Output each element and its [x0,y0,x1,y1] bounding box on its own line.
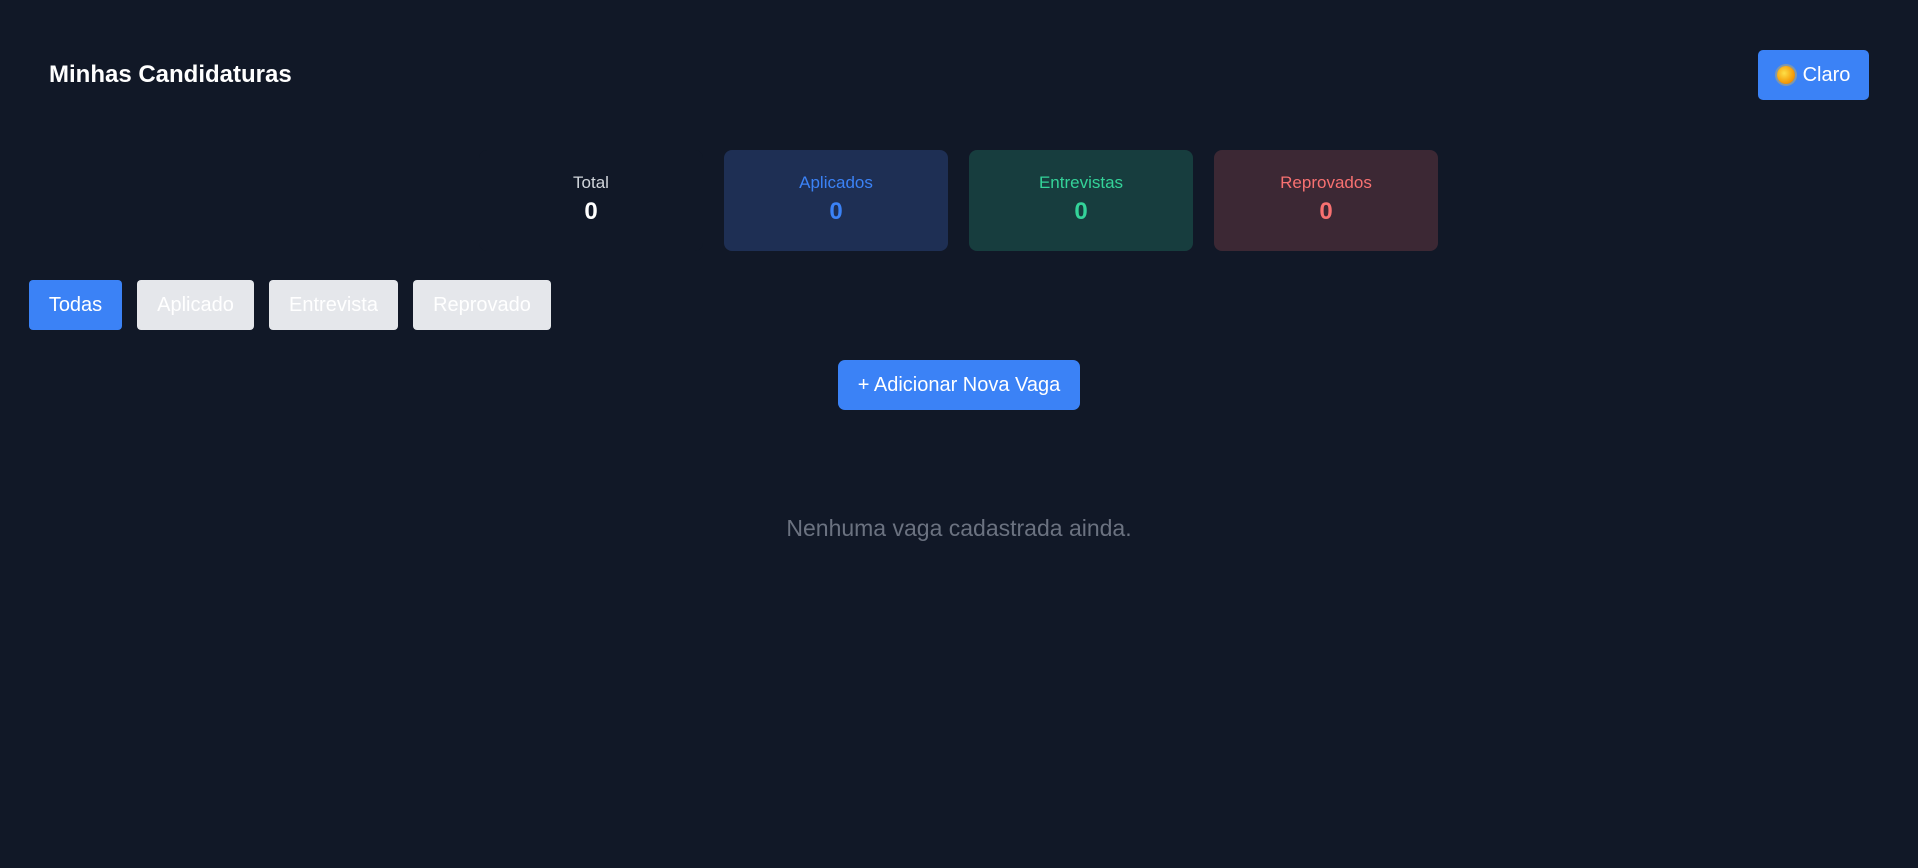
theme-toggle-button[interactable]: Claro [1758,50,1869,100]
filter-entrevista-button[interactable]: Entrevista [269,280,398,330]
stat-card-reprovados: Reprovados 0 [1214,150,1438,251]
sun-icon [1776,66,1795,84]
stat-label-aplicados: Aplicados [799,173,873,192]
stat-card-total: Total 0 [479,150,703,251]
stat-value-total: 0 [584,198,598,225]
stat-card-aplicados: Aplicados 0 [724,150,948,251]
page-title: Minhas Candidaturas [49,61,292,88]
filter-reprovado-button[interactable]: Reprovado [413,280,551,330]
add-job-button[interactable]: + Adicionar Nova Vaga [838,360,1080,410]
stats-summary: Total 0 Aplicados 0 Entrevistas 0 Reprov… [0,150,1918,251]
stat-label-entrevistas: Entrevistas [1038,173,1124,192]
filter-aplicado-button[interactable]: Aplicado [137,280,254,330]
stat-value-entrevistas: 0 [1074,198,1088,225]
theme-toggle-label: Claro [1802,63,1851,86]
stat-value-reprovados: 0 [1319,198,1333,225]
empty-state-message: Nenhuma vaga cadastrada ainda. [786,515,1132,541]
filter-todas-button[interactable]: Todas [29,280,122,330]
stat-label-reprovados: Reprovados [1280,173,1372,192]
stat-card-entrevistas: Entrevistas 0 [969,150,1193,251]
app-header: Minhas Candidaturas Claro [0,0,1918,123]
stat-value-aplicados: 0 [829,198,843,225]
stat-label-total: Total [573,173,609,192]
